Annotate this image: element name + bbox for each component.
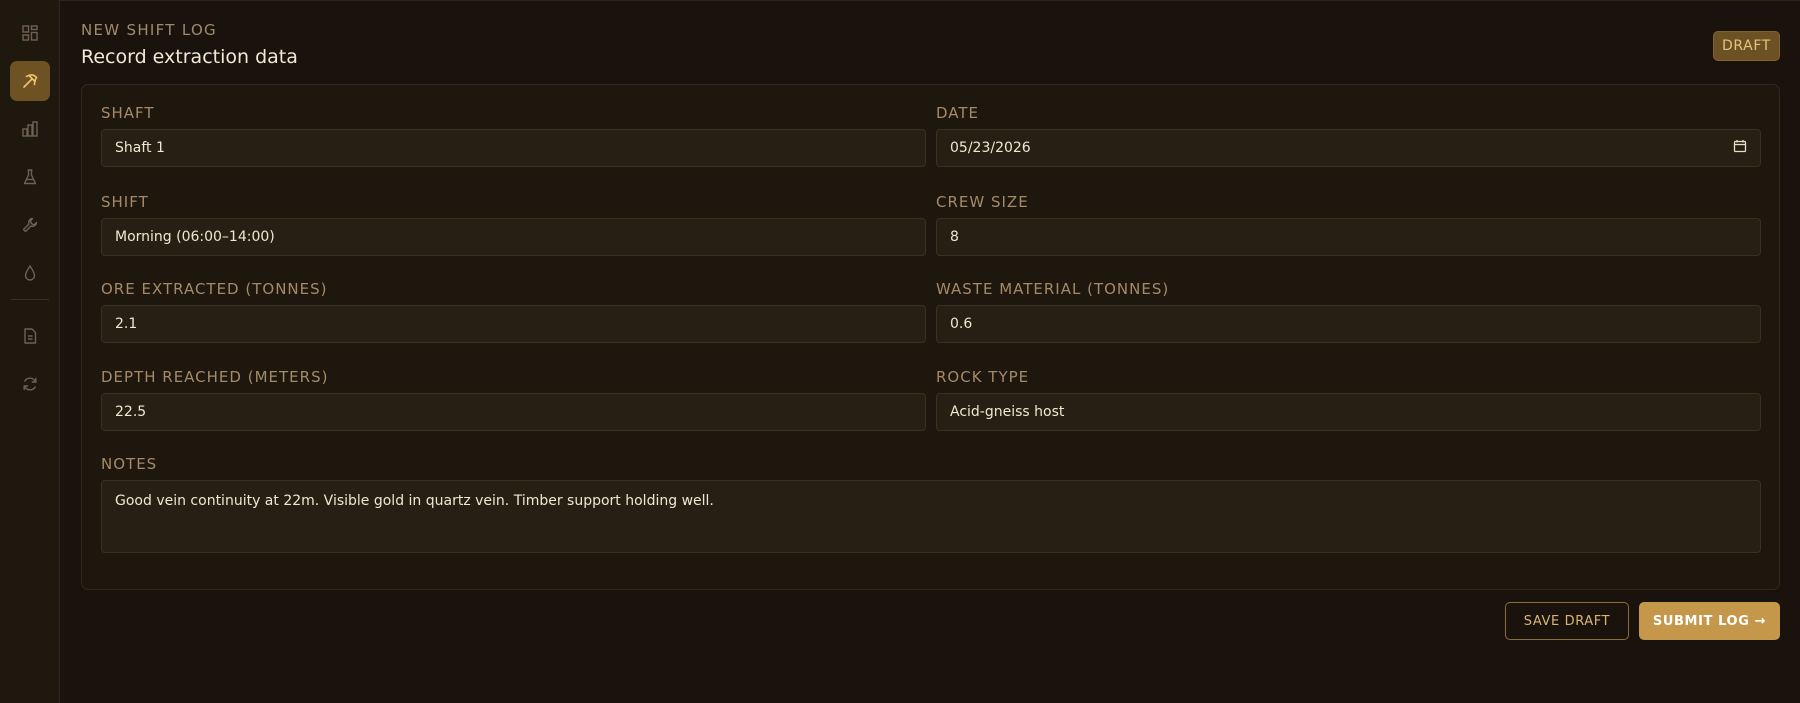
rock-type-value: Acid-gneiss host: [950, 404, 1065, 420]
submit-log-button[interactable]: SUBMIT LOG →: [1639, 602, 1780, 640]
ore-extracted-input[interactable]: 2.1: [101, 305, 926, 343]
waste-material-input[interactable]: 0.6: [936, 305, 1761, 343]
rock-type-input[interactable]: Acid-gneiss host: [936, 393, 1761, 431]
refresh-icon: [23, 377, 37, 391]
sidebar-divider: [11, 299, 49, 300]
crew-size-label: CREW SIZE: [936, 193, 1029, 211]
nav-lab[interactable]: [10, 157, 50, 197]
date-input[interactable]: 05/23/2026: [936, 129, 1761, 167]
ore-extracted-label: ORE EXTRACTED (TONNES): [101, 280, 328, 298]
shaft-value: Shaft 1: [115, 140, 165, 156]
top-border: [0, 0, 1800, 1]
nav-documents[interactable]: [10, 316, 50, 356]
ore-extracted-value: 2.1: [115, 316, 138, 332]
depth-reached-value: 22.5: [115, 404, 147, 420]
nav-reports[interactable]: [10, 109, 50, 149]
flask-icon: [23, 169, 37, 185]
waste-material-value: 0.6: [950, 316, 973, 332]
depth-reached-input[interactable]: 22.5: [101, 393, 926, 431]
nav-sync[interactable]: [10, 364, 50, 404]
nav-shift-log[interactable]: [10, 61, 50, 101]
shift-log-form: SHAFT Shaft 1 DATE 05/23/2026 SHIFT Morn…: [81, 84, 1780, 590]
rock-type-label: ROCK TYPE: [936, 368, 1030, 386]
calendar-icon[interactable]: [1733, 139, 1747, 157]
date-value: 05/23/2026: [950, 140, 1031, 156]
wrench-icon: [22, 217, 38, 233]
shift-select[interactable]: Morning (06:00–14:00): [101, 218, 926, 256]
shift-label: SHIFT: [101, 193, 149, 211]
crew-size-value: 8: [950, 229, 959, 245]
app-window: NEW SHIFT LOG Record extraction data DRA…: [0, 0, 1800, 703]
date-label: DATE: [936, 104, 980, 122]
save-draft-button[interactable]: SAVE DRAFT: [1505, 602, 1629, 640]
shaft-label: SHAFT: [101, 104, 155, 122]
dashboard-grid-icon: [22, 25, 38, 41]
depth-reached-label: DEPTH REACHED (METERS): [101, 368, 329, 386]
notes-label: NOTES: [101, 455, 158, 473]
crew-size-input[interactable]: 8: [936, 218, 1761, 256]
page-eyebrow: NEW SHIFT LOG: [81, 21, 217, 39]
water-drop-icon: [24, 264, 36, 281]
sidebar: [0, 0, 60, 703]
waste-material-label: WASTE MATERIAL (TONNES): [936, 280, 1170, 298]
shift-value: Morning (06:00–14:00): [115, 229, 275, 245]
pickaxe-icon: [23, 74, 38, 88]
bar-chart-icon: [22, 121, 38, 137]
status-badge: DRAFT: [1713, 31, 1780, 61]
notes-textarea[interactable]: Good vein continuity at 22m. Visible gol…: [101, 480, 1761, 553]
notes-value: Good vein continuity at 22m. Visible gol…: [115, 493, 714, 509]
nav-maintenance[interactable]: [10, 205, 50, 245]
nav-water[interactable]: [10, 253, 50, 293]
shaft-select[interactable]: Shaft 1: [101, 129, 926, 167]
document-icon: [24, 328, 37, 344]
page-title: Record extraction data: [81, 46, 298, 68]
nav-dashboard[interactable]: [10, 13, 50, 53]
